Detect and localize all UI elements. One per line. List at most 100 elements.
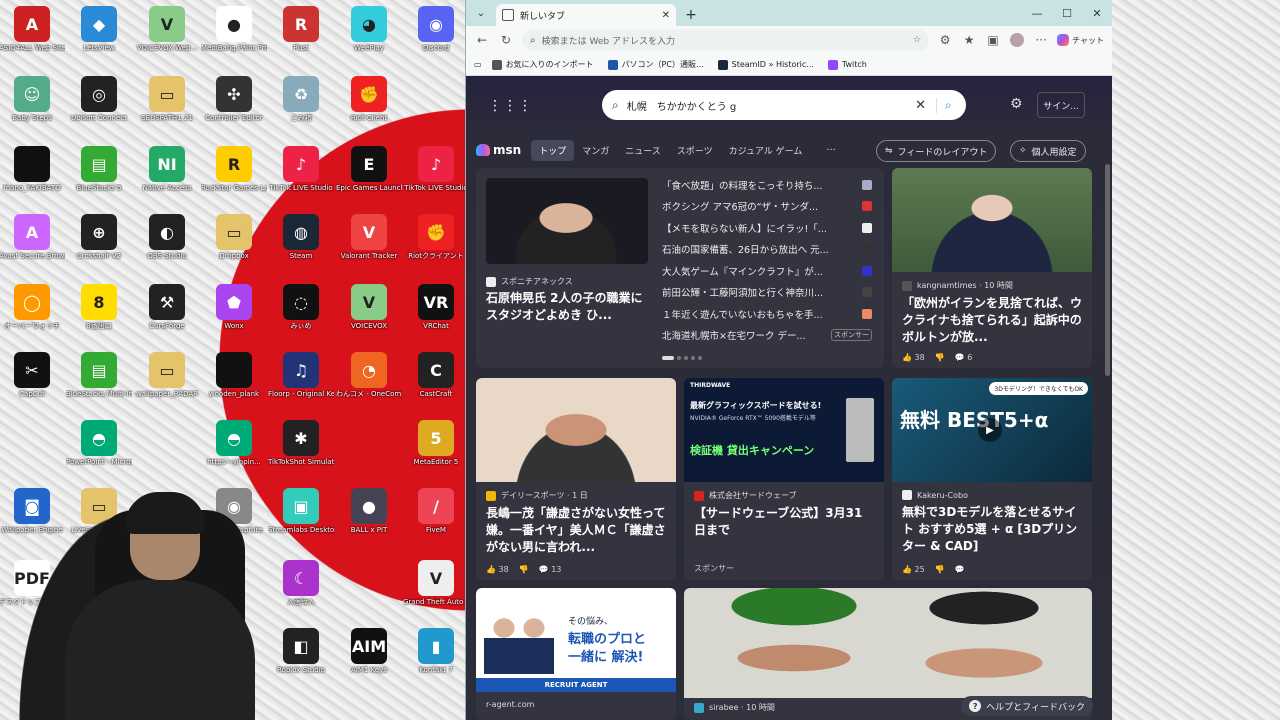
desktop-icon[interactable]: ✊ Riot Client [336,76,402,123]
news-card-bolton[interactable]: kangnamtimes · 10 時間 「欧州がイランを見捨てれば、ウクライナ… [892,168,1092,368]
help-feedback-button[interactable]: ? ヘルプとフィードバック [961,696,1093,716]
play-icon[interactable]: ▶ [978,418,1002,442]
desktop-icon[interactable]: ☾ 入眠導入 [268,560,334,607]
desktop-icon[interactable]: VR VRChat [403,284,469,331]
desktop-icon[interactable]: 8 8番出口 [66,284,132,331]
search-input[interactable]: 札幌 ちかかかくとう g [627,98,915,113]
comment-icon[interactable]: 💬 6 [955,353,973,362]
tab-news[interactable]: ニュース [617,140,669,161]
tab-top[interactable]: トップ [531,139,575,161]
back-arrow-icon[interactable]: ← [470,28,494,52]
minimize-button[interactable]: — [1022,0,1052,26]
desktop-icon[interactable]: ▮ Kontakt 7 [403,628,469,675]
desktop-icon[interactable]: ♪ TikTok LIVE Studio [403,146,469,193]
desktop-icon[interactable]: V VOICEVOX.Web... [134,6,200,53]
like-icon[interactable]: 👍 25 [902,565,925,574]
desktop-icon[interactable]: ♫ Floorp - Original Ke... [268,352,334,399]
desktop-icon[interactable]: ◆ LetsView [66,6,132,53]
desktop-icon[interactable]: R Rockstar Games Launcher [201,146,267,193]
desktop-icon[interactable]: 5 MetaEditor 5 [403,420,469,467]
favorite-star-icon[interactable]: ☆ [913,35,921,45]
headline-item[interactable]: ボクシング アマ6冠の“ザ・サンダ... [662,196,872,218]
headline-item[interactable]: 大人気ゲーム『マインクラフト』が... [662,260,872,282]
tab-new-tab[interactable]: 新しいタブ ✕ [496,4,676,26]
desktop-icon[interactable]: ▣ Streamlabs Desktop [268,488,334,535]
desktop-icon[interactable]: / FiveM [403,488,469,535]
comment-icon[interactable]: 💬 [955,565,965,574]
headline-item[interactable]: １年近く遊んでいないおもちゃを手... [662,303,872,325]
search-submit-icon[interactable]: ⌕ [936,97,956,113]
headline-item[interactable]: 「食べ放題」の料理をこっそり持ち... [662,174,872,196]
desktop-icon[interactable]: ● MediBang Paint Pro [201,6,267,53]
like-icon[interactable]: 👍 38 [902,353,925,362]
maximize-button[interactable]: ☐ [1052,0,1082,26]
desktop-icon[interactable]: ⬟ Wonx [201,284,267,331]
desktop-icon[interactable]: ◌ みぃめ [268,284,334,331]
extensions-icon[interactable]: ⚙ [933,28,957,52]
headline-item[interactable]: 前田公輝・工藤阿須加と行く神奈川... [662,282,872,304]
refresh-icon[interactable]: ↻ [494,28,518,52]
copilot-chat-button[interactable]: チャット [1053,34,1108,46]
desktop-icon[interactable]: fnano_YAKIBATO [0,146,65,193]
favorite-item-import[interactable]: お気に入りのインポート [491,59,594,70]
desktop-icon[interactable]: AIM AIM1 Keys [336,628,402,675]
desktop-icon[interactable]: ◓ https---yinpin... [201,420,267,467]
headline-item-sponsored[interactable]: 北海道札幌市×在宅ワーク デー... スポンサー [662,325,872,347]
headline-item[interactable]: 【メモを取らない新人】にイラッ!「... [662,217,872,239]
desktop-icon[interactable]: ◓ PowerPoint - Microsoft 365 [66,420,132,467]
dislike-icon[interactable]: 👎 [935,565,945,574]
desktop-icon[interactable]: ◯ オーバーウォッチ [0,284,65,331]
desktop-icon[interactable]: R Rust [268,6,334,53]
desktop-icon[interactable]: ▤ BlueStacks Multi-Instance [66,352,132,399]
carousel-dots[interactable] [662,356,702,360]
desktop-icon[interactable]: V Grand Theft Auto V [403,560,469,607]
desktop-icon[interactable]: ▭ Dropbox [201,214,267,261]
desktop-icon[interactable]: ● BALL x PIT [336,488,402,535]
desktop-icon[interactable]: ◉ Discord [403,6,469,53]
tab-sports[interactable]: スポーツ [669,140,721,161]
desktop-icon[interactable]: ▭ SEUSPATH1.21 [134,76,200,123]
desktop-icon[interactable]: ✣ Controller Editor [201,76,267,123]
desktop-icon[interactable]: ◎ Ubisoft Connect [66,76,132,123]
sign-in-button[interactable]: サイン... [1037,92,1085,118]
desktop-icon[interactable]: ✱ TikTokShot Simulator [268,420,334,467]
desktop-icon[interactable]: E Epic Games Launcher [336,146,402,193]
comment-icon[interactable]: 💬 13 [539,565,562,574]
new-tab-button[interactable]: + [680,4,702,26]
dislike-icon[interactable]: 👎 [935,353,945,362]
web-search-box[interactable]: ⌕ 札幌 ちかかかくとう g ✕ ⌕ [602,90,966,120]
desktop-icon[interactable]: V Valorant Tracker [336,214,402,261]
favorite-item-pc-shop[interactable]: パソコン（PC）通販... [607,59,704,70]
desktop-icon[interactable]: A ASIO4ALL Web Site [0,6,65,53]
profile-avatar[interactable] [1005,28,1029,52]
tab-actions-menu-icon[interactable]: ⌄ [470,3,492,23]
desktop-icon[interactable]: ◔ わんコメ - OneComme [336,352,402,399]
dislike-icon[interactable]: 👎 [519,565,529,574]
like-icon[interactable]: 👍 38 [486,565,509,574]
desktop-icon[interactable]: ♪ TikTok LIVE Studio [268,146,334,193]
app-launcher-icon[interactable]: ⋮⋮⋮ [488,98,533,114]
tab-casual-games[interactable]: カジュアル ゲーム [721,140,811,161]
desktop-icon[interactable]: ☺ Baby Steps [0,76,65,123]
clear-search-icon[interactable]: ✕ [915,98,926,113]
desktop-icon[interactable]: ⚒ CursForge [134,284,200,331]
favorite-item-steamid[interactable]: SteamID » Historic... [717,59,814,70]
collections-icon[interactable]: ▣ [981,28,1005,52]
desktop-icon[interactable]: ◐ OBS Studio [134,214,200,261]
close-window-button[interactable]: ✕ [1082,0,1112,26]
address-bar[interactable]: ⌕ 検索または Web アドレスを入力 ☆ [522,29,930,51]
desktop-icon[interactable]: ▤ BlueStacks 5 [66,146,132,193]
feed-layout-button[interactable]: ⇋ フィードのレイアウト [876,140,997,162]
desktop-icon[interactable]: ◧ Roblox Studio [268,628,334,675]
ad-card-thirdwave[interactable]: THIRDWAVE 最新グラフィックスボードを試せる! NVIDIA® GeFo… [684,378,884,580]
page-scrollbar[interactable] [1105,164,1110,376]
desktop-icon[interactable]: ▭ wallpaper_RADAR [134,352,200,399]
desktop-icon[interactable]: ♻ ごみ箱 [268,76,334,123]
msn-logo[interactable]: msn [476,143,521,157]
more-menu-icon[interactable]: ··· [1029,28,1053,52]
desktop-icon[interactable]: ◕ WeePlay [336,6,402,53]
desktop-icon[interactable]: ⊕ Crosshair V2 [66,214,132,261]
page-settings-gear-icon[interactable]: ⚙ [1010,96,1023,112]
news-card-nagashima[interactable]: デイリースポーツ · 1 日 長嶋一茂「謙虚さがない女性って嫌。一番イヤ」美人Ｍ… [476,378,676,580]
favorite-item-twitch[interactable]: Twitch [827,59,867,70]
